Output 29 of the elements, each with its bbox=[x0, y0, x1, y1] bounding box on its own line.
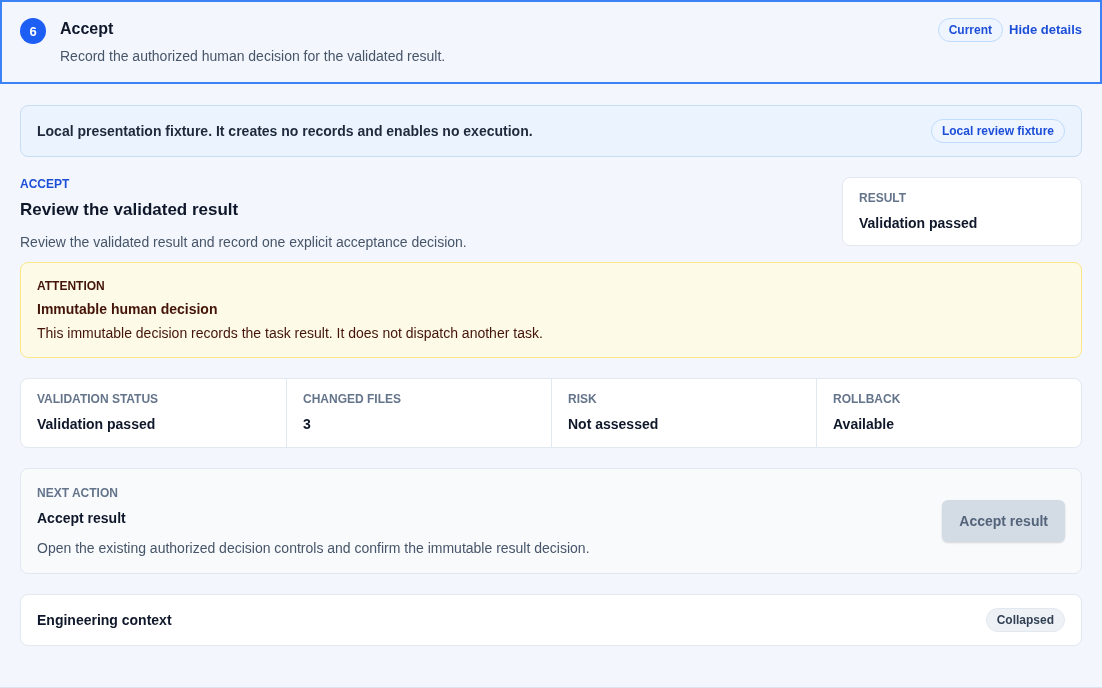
next-action-label: NEXT ACTION bbox=[37, 486, 119, 500]
collapsed-badge: Collapsed bbox=[985, 608, 1065, 632]
stat-label: VALIDATION STATUS bbox=[37, 392, 160, 406]
stat-label: ROLLBACK bbox=[833, 392, 902, 406]
attention-text: This immutable decision records the task result. It does not dispatch another task. bbox=[37, 325, 544, 341]
attention-label: ATTENTION bbox=[37, 279, 106, 293]
engineering-context-title: Engineering context bbox=[37, 612, 172, 628]
next-action-description: Open the existing authorized decision controls and confirm the immutable result decision. bbox=[37, 540, 590, 556]
section-description: Review the validated result and record one explicit acceptance decision. bbox=[20, 234, 467, 250]
fixture-badge: Local review fixture bbox=[930, 119, 1065, 143]
step-subtitle: Record the authorized human decision for the validated result. bbox=[60, 48, 447, 64]
next-action-title: Accept result bbox=[37, 510, 127, 526]
hide-details-link[interactable]: Hide details bbox=[1009, 18, 1082, 37]
section-eyebrow: ACCEPT bbox=[20, 177, 71, 191]
step-number: 6 bbox=[20, 18, 46, 44]
status-badge: Current bbox=[937, 18, 1004, 42]
notice-text: Local presentation fixture. It creates no records and enables no execution. bbox=[37, 123, 533, 139]
stat-value: Validation passed bbox=[37, 416, 157, 432]
result-value: Validation passed bbox=[859, 215, 979, 231]
step-title: Accept bbox=[60, 20, 115, 38]
stat-label: CHANGED FILES bbox=[303, 392, 402, 406]
section-title: Review the validated result bbox=[20, 200, 240, 220]
stat-value: Not assessed bbox=[568, 416, 660, 432]
stat-value: Available bbox=[833, 416, 895, 432]
stat-label: RISK bbox=[568, 392, 598, 406]
engineering-context-panel[interactable]: Engineering context Collapsed bbox=[20, 594, 1082, 646]
result-label: RESULT bbox=[859, 191, 908, 205]
stat-value: 3 bbox=[303, 416, 312, 432]
attention-title: Immutable human decision bbox=[37, 301, 219, 317]
